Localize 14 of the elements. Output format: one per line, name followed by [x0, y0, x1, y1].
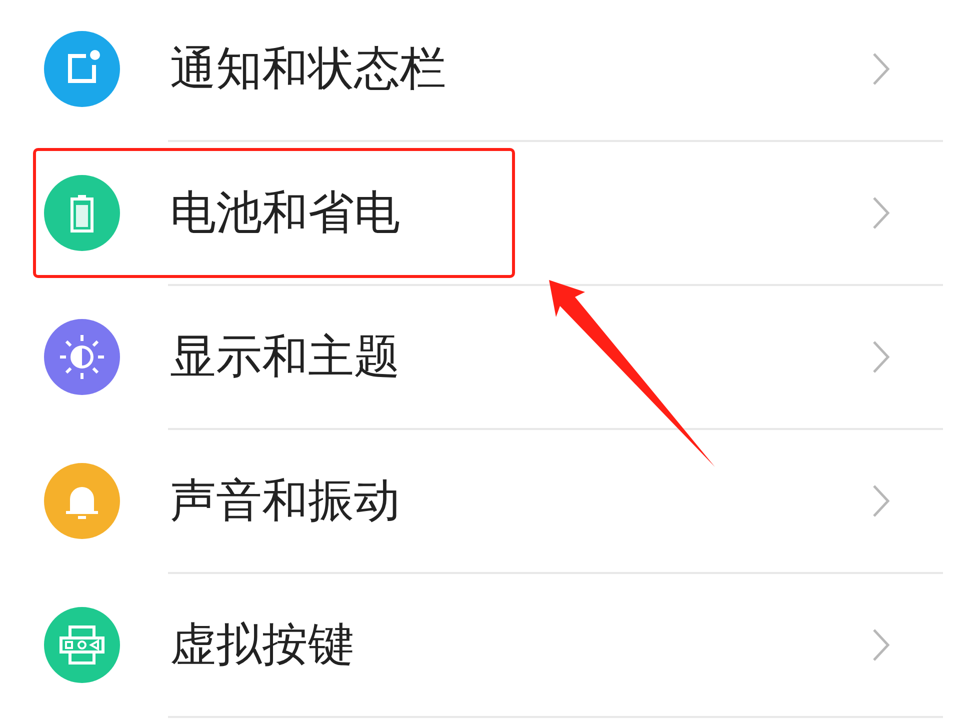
settings-item[interactable]: 电池和省电: [168, 142, 943, 286]
settings-label: 虚拟按键: [170, 616, 355, 673]
chevron-right-icon: [871, 627, 891, 663]
settings-label: 显示和主题: [170, 328, 401, 385]
chevron-right-icon: [871, 195, 891, 231]
settings-item[interactable]: 通知和状态栏: [168, 0, 943, 142]
settings-label: 通知和状态栏: [170, 40, 447, 97]
chevron-right-icon: [871, 51, 891, 87]
settings-label: 电池和省电: [170, 184, 401, 241]
chevron-right-icon: [871, 339, 891, 375]
chevron-right-icon: [871, 483, 891, 519]
settings-item[interactable]: 声音和振动: [168, 430, 943, 574]
settings-item[interactable]: 虚拟按键: [168, 574, 943, 718]
settings-label: 声音和振动: [170, 472, 401, 529]
